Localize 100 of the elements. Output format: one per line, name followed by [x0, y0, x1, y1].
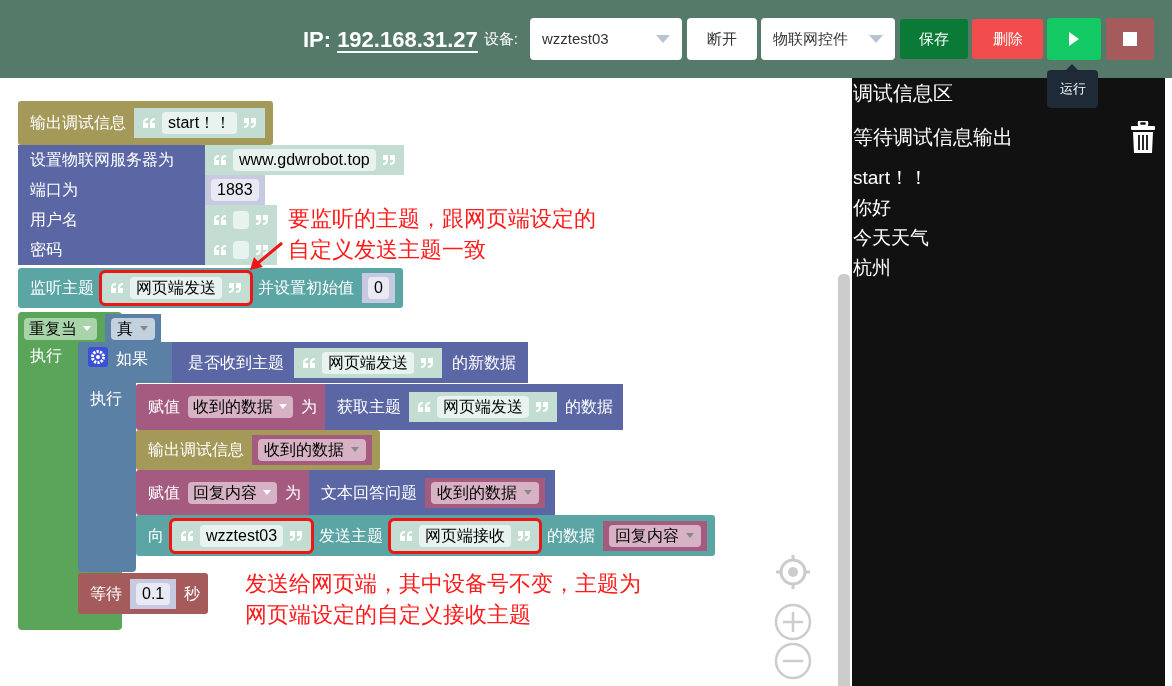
open-quote-icon — [213, 154, 227, 166]
text-field[interactable] — [233, 211, 249, 229]
block-label: 执行 — [90, 389, 122, 409]
text-input[interactable]: start！！ — [134, 108, 266, 138]
number-field[interactable]: 1883 — [211, 179, 259, 201]
trash-icon — [1131, 121, 1155, 153]
zoom-in-icon[interactable] — [774, 603, 812, 641]
annotation-text: 发送给网页端，其中设备号不变，主题为 网页端设定的自定义接收主题 — [245, 570, 641, 629]
block-label: 的数据 — [565, 397, 613, 417]
caret-icon — [523, 489, 533, 496]
code-block[interactable]: 输出调试信息 收到的数据 — [136, 430, 380, 470]
text-field[interactable]: start！！ — [162, 112, 238, 134]
log-line: 今天天气 — [853, 226, 930, 250]
block-label: 赋值 — [148, 397, 180, 417]
disconnect-button[interactable]: 断开 — [687, 18, 757, 60]
ip-address: 192.168.31.27 — [337, 25, 478, 54]
tooltip: 运行 — [1047, 70, 1098, 108]
block-label: 秒 — [184, 583, 201, 604]
value-block[interactable]: 是否收到主题 网页端发送 的新数据 — [172, 342, 528, 383]
dropdown-field[interactable]: 重复当 — [24, 318, 97, 340]
stop-button[interactable] — [1106, 18, 1154, 60]
code-block[interactable]: 输出调试信息 start！！ — [18, 101, 274, 145]
control-select[interactable]: 物联网控件 — [761, 18, 895, 60]
text-field[interactable]: 网页端发送 — [322, 351, 414, 374]
text-input[interactable]: 网页端发送 — [102, 273, 250, 303]
variable-block[interactable]: 收到的数据 — [425, 477, 545, 508]
caret-icon — [350, 447, 360, 453]
code-block[interactable]: 赋值 回复内容 为 文本回答问题 收到的数据 — [136, 470, 555, 515]
stop-icon — [1123, 32, 1137, 46]
zoom-out-icon[interactable] — [774, 642, 812, 680]
run-button[interactable] — [1047, 18, 1101, 60]
close-quote-icon — [535, 401, 549, 413]
close-quote-icon — [255, 244, 269, 256]
dropdown-field[interactable]: 收到的数据 — [431, 481, 539, 504]
code-block[interactable]: 监听主题 网页端发送 并设置初始值 0 — [18, 268, 403, 308]
tooltip-pointer — [1066, 64, 1078, 70]
block-label: 文本回答问题 — [321, 482, 417, 503]
close-quote-icon — [228, 282, 242, 294]
caret-icon — [685, 532, 696, 539]
text-field[interactable]: 网页端发送 — [437, 396, 529, 418]
code-block[interactable]: 等待 0.1 秒 — [78, 573, 209, 614]
value-block[interactable]: 获取主题 网页端发送 的数据 — [325, 384, 623, 430]
device-label: 设备: — [483, 28, 518, 49]
block-label: 为 — [301, 397, 317, 417]
code-block[interactable]: 向 wzztest03 发送主题 网页端接收 的数据 回复内容 — [136, 515, 716, 556]
caret-icon — [82, 326, 92, 332]
dropdown-field[interactable]: 真 — [111, 318, 155, 340]
log-line: 杭州 — [853, 256, 892, 280]
text-input[interactable]: www.gdwrobot.top — [205, 145, 404, 175]
block-header[interactable]: 如果 — [78, 342, 172, 383]
block-label: 监听主题 — [30, 278, 94, 298]
text-input[interactable]: 网页端发送 — [294, 347, 442, 378]
number-field[interactable]: 0 — [368, 277, 389, 299]
block-label: 设置物联网服务器为 — [18, 145, 205, 175]
open-quote-icon — [399, 529, 414, 542]
number-input[interactable]: 1883 — [205, 175, 265, 205]
close-quote-icon — [255, 214, 269, 226]
text-input[interactable] — [205, 205, 277, 235]
dropdown-field[interactable]: 收到的数据 — [188, 396, 293, 418]
delete-button[interactable]: 删除 — [972, 19, 1043, 59]
open-quote-icon — [110, 282, 124, 294]
close-quote-icon — [381, 154, 396, 166]
block-label: 密码 — [18, 235, 205, 265]
code-block[interactable]: 赋值 收到的数据 为 获取主题 网页端发送 的数据 — [136, 384, 623, 430]
value-block[interactable]: 文本回答问题 收到的数据 — [309, 470, 555, 515]
text-field[interactable]: 网页端接收 — [419, 524, 512, 547]
block-label: 如果 — [116, 349, 148, 369]
caret-icon — [656, 35, 670, 43]
dropdown-field[interactable]: 回复内容 — [188, 481, 277, 504]
text-field[interactable]: www.gdwrobot.top — [233, 149, 376, 171]
target-icon[interactable] — [775, 554, 811, 590]
text-field[interactable]: 网页端发送 — [130, 277, 222, 299]
number-input[interactable]: 0 — [362, 273, 395, 303]
variable-block[interactable]: 回复内容 — [603, 520, 708, 551]
scrollbar[interactable] — [838, 274, 850, 686]
text-input[interactable] — [205, 235, 277, 265]
ip-label: IP: — [303, 25, 332, 54]
dropdown-field[interactable]: 收到的数据 — [258, 439, 366, 461]
number-input[interactable]: 0.1 — [130, 578, 177, 609]
dropdown-field[interactable]: 回复内容 — [609, 524, 702, 547]
block-label: 是否收到主题 — [188, 352, 284, 373]
save-button[interactable]: 保存 — [900, 19, 968, 59]
open-quote-icon — [417, 401, 431, 413]
block-label: 的数据 — [547, 525, 596, 546]
variable-block[interactable]: 收到的数据 — [252, 435, 372, 465]
block-label: 用户名 — [18, 205, 205, 235]
text-field[interactable] — [233, 241, 249, 259]
panel-title: 调试信息区 — [853, 81, 953, 106]
block-label: 输出调试信息 — [148, 440, 244, 460]
text-input[interactable]: 网页端发送 — [409, 392, 557, 422]
boolean-block[interactable]: 真 — [105, 314, 161, 344]
block-label: 赋值 — [148, 482, 180, 503]
text-field[interactable]: wzztest03 — [200, 524, 284, 547]
number-field[interactable]: 0.1 — [136, 582, 171, 605]
text-input[interactable]: wzztest03 — [172, 520, 312, 551]
block-label: 输出调试信息 — [30, 113, 126, 133]
caret-icon — [262, 489, 272, 496]
open-quote-icon — [213, 214, 227, 226]
device-select[interactable]: wzztest03 — [530, 18, 682, 60]
text-input[interactable]: 网页端接收 — [391, 520, 540, 551]
